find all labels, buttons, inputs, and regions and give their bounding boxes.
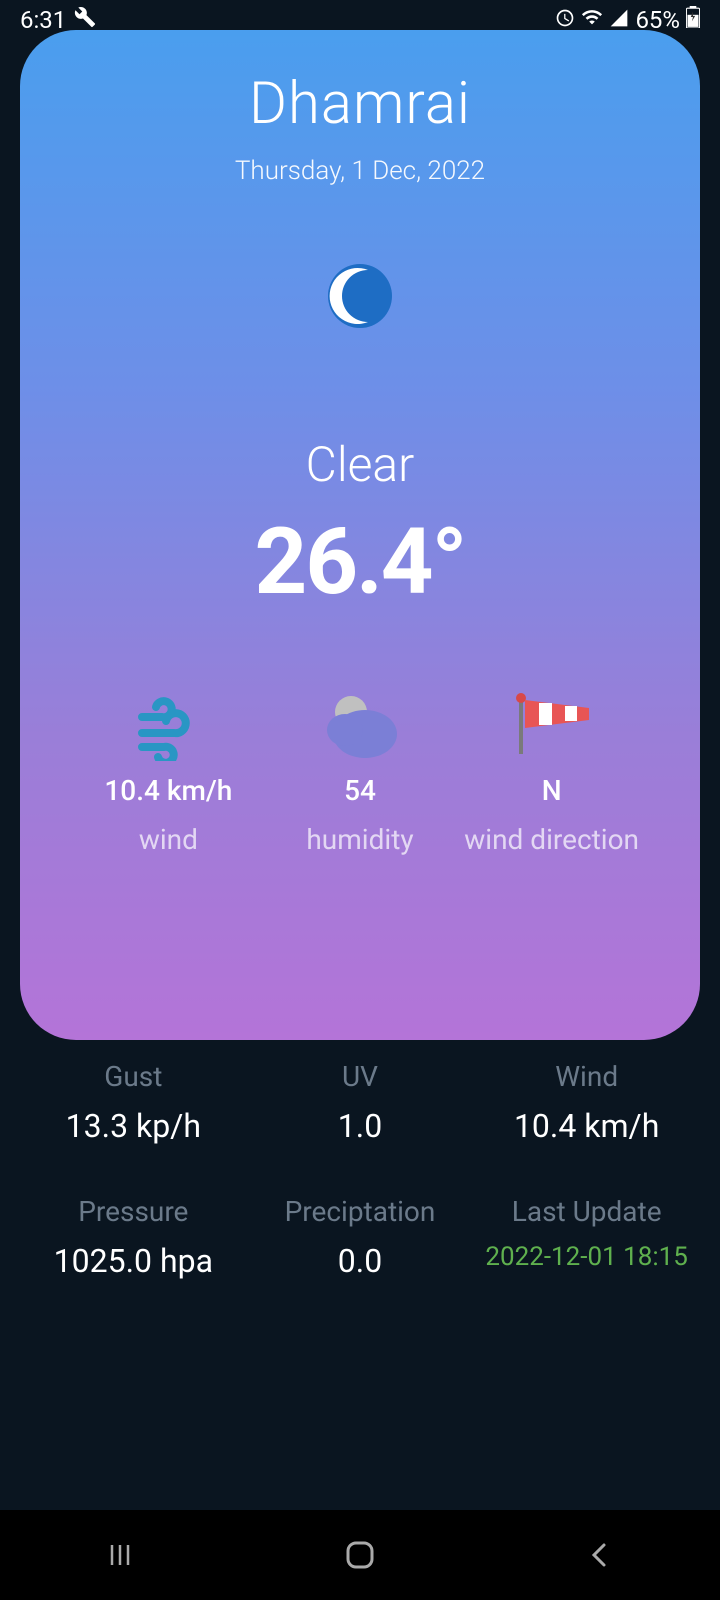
wind-value: 10.4 km/h <box>104 774 232 807</box>
pressure-label: Pressure <box>78 1195 188 1228</box>
gust-label: Gust <box>104 1060 162 1093</box>
wrench-icon <box>74 6 96 34</box>
status-left: 6:31 <box>20 6 96 34</box>
wind-detail-label: Wind <box>555 1060 618 1093</box>
status-time: 6:31 <box>20 6 66 34</box>
pressure-value: 1025.0 hpa <box>54 1242 213 1280</box>
uv-label: UV <box>342 1060 378 1093</box>
humidity-icon <box>317 688 403 764</box>
weather-card: Dhamrai Thursday, 1 Dec, 2022 Clear 26.4… <box>20 30 700 1040</box>
metrics-row: 10.4 km/h wind 54 humidity <box>50 688 670 856</box>
humidity-label: humidity <box>306 823 413 856</box>
windsock-icon <box>507 688 597 764</box>
wind-direction-label: wind direction <box>464 823 639 856</box>
home-button[interactable] <box>330 1525 390 1585</box>
uv-value: 1.0 <box>338 1107 382 1145</box>
signal-icon <box>609 6 629 34</box>
recents-button[interactable] <box>90 1525 150 1585</box>
precipitation-value: 0.0 <box>338 1242 382 1280</box>
wind-icon <box>130 688 206 764</box>
detail-wind: Wind 10.4 km/h <box>473 1060 700 1145</box>
gust-value: 13.3 kp/h <box>66 1107 201 1145</box>
metric-wind-direction: N wind direction <box>457 688 646 856</box>
detail-pressure: Pressure 1025.0 hpa <box>20 1195 247 1280</box>
details-grid: Gust 13.3 kp/h UV 1.0 Wind 10.4 km/h Pre… <box>0 1060 720 1280</box>
wifi-icon <box>581 6 603 34</box>
metric-humidity: 54 humidity <box>266 688 455 856</box>
detail-gust: Gust 13.3 kp/h <box>20 1060 247 1145</box>
status-bar: 6:31 65% <box>0 0 720 40</box>
battery-icon <box>686 6 700 34</box>
nav-bar <box>0 1510 720 1600</box>
precipitation-label: Preciptation <box>285 1195 436 1228</box>
last-update-value: 2022-12-01 18:15 <box>485 1242 687 1272</box>
detail-precipitation: Preciptation 0.0 <box>247 1195 474 1280</box>
detail-last-update: Last Update 2022-12-01 18:15 <box>473 1195 700 1280</box>
status-right: 65% <box>555 6 700 34</box>
alarm-icon <box>555 6 575 34</box>
location-name: Dhamrai <box>50 70 670 138</box>
moon-icon <box>320 256 400 336</box>
metric-wind: 10.4 km/h wind <box>74 688 263 856</box>
humidity-value: 54 <box>344 774 376 807</box>
back-button[interactable] <box>570 1525 630 1585</box>
condition-text: Clear <box>50 436 670 493</box>
wind-label: wind <box>139 823 198 856</box>
date-text: Thursday, 1 Dec, 2022 <box>50 156 670 186</box>
detail-uv: UV 1.0 <box>247 1060 474 1145</box>
battery-percent: 65% <box>635 6 680 34</box>
wind-detail-value: 10.4 km/h <box>514 1107 659 1145</box>
last-update-label: Last Update <box>512 1195 662 1228</box>
temperature-value: 26.4° <box>50 509 670 616</box>
wind-direction-value: N <box>542 774 562 807</box>
